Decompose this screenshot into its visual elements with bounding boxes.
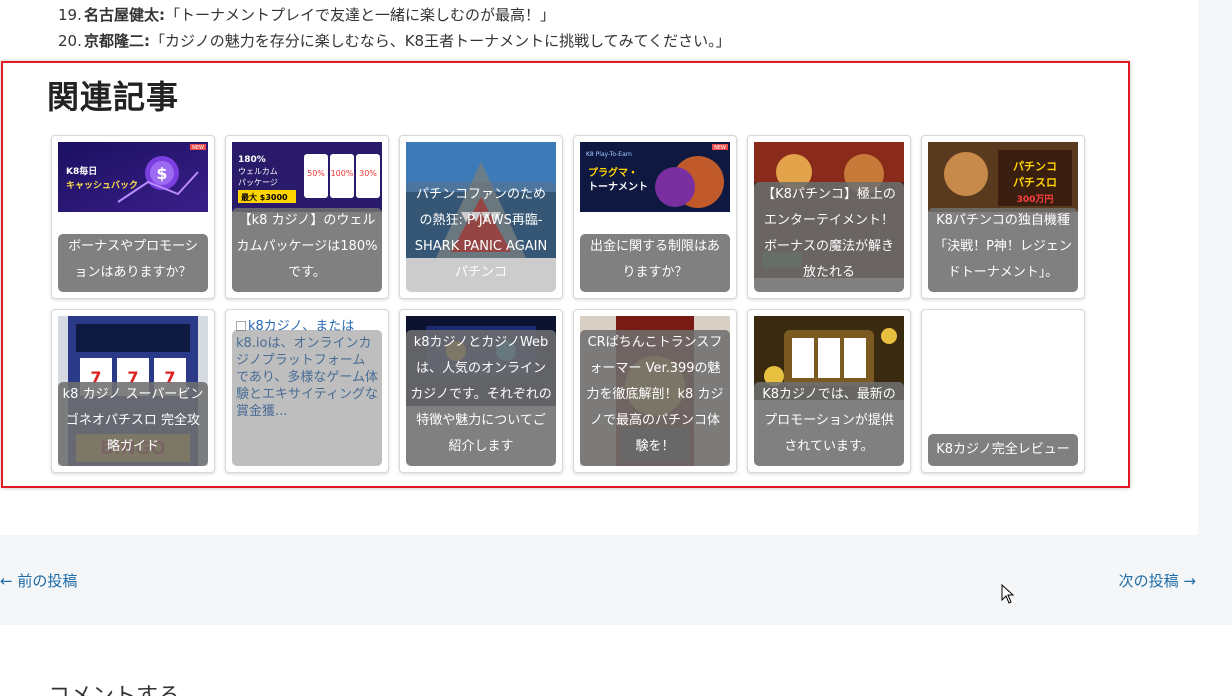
related-card[interactable]: $ NEW K8毎日 キャッシュバック ボーナスやプロモーションはありますか？ (51, 135, 215, 299)
svg-text:トーナメント: トーナメント (588, 181, 648, 193)
svg-text:100%: 100% (331, 169, 354, 178)
post-navigation: ← 前の投稿 次の投稿 → (0, 535, 1232, 625)
card-caption: K8カジノでは、最新のプロモーションが提供されています。 (754, 382, 904, 466)
svg-text:ウェルカム: ウェルカム (238, 167, 278, 176)
card-caption: k8 カジノ スーパービンゴネオパチスロ 完全攻略ガイド (58, 382, 208, 466)
card-thumbnail: 50% 100% 30% 180% ウェルカム パッケージ 最大 $3000 (232, 142, 382, 212)
card-thumbnail: $ NEW K8毎日 キャッシュバック (58, 142, 208, 212)
svg-text:$: $ (156, 164, 167, 183)
card-caption (232, 330, 382, 466)
card-caption: ボーナスやプロモーションはありますか？ (58, 234, 208, 292)
card-thumbnail: パチンコ パチスロ 300万円 (928, 142, 1078, 212)
svg-text:K8毎日: K8毎日 (66, 165, 97, 177)
svg-text:300万円: 300万円 (1017, 194, 1054, 205)
related-card[interactable]: k8カジノ、またはk8.ioは、オンラインカジノプラットフォームであり、多様なゲ… (225, 309, 389, 473)
svg-text:パチンコ: パチンコ (1013, 160, 1057, 173)
svg-text:NEW: NEW (192, 145, 204, 151)
related-card[interactable]: K8カジノでは、最新のプロモーションが提供されています。 (747, 309, 911, 473)
svg-text:NEW: NEW (714, 145, 726, 151)
svg-text:180%: 180% (238, 155, 266, 165)
comment-heading: コメントする (48, 678, 180, 696)
svg-text:30%: 30% (359, 169, 377, 178)
related-card[interactable]: パチンコファンのための熱狂: P JAWS再臨-SHARK PANIC AGAI… (399, 135, 563, 299)
list-item: 20. 京都隆二:「カジノの魅力を存分に楽しむなら、K8王者トーナメントに挑戦して… (58, 32, 731, 50)
related-card[interactable]: NEW K8 Play-To-Earn プラグマ・ トーナメント 出金に関する制… (573, 135, 737, 299)
svg-text:プラグマ・: プラグマ・ (588, 166, 638, 179)
svg-text:50%: 50% (307, 169, 325, 178)
card-caption: K8カジノ完全レビュー (928, 434, 1078, 466)
svg-text:キャッシュバック: キャッシュバック (66, 180, 138, 191)
card-caption: 出金に関する制限はありますか？ (580, 234, 730, 292)
related-card[interactable]: 50% 100% 30% 180% ウェルカム パッケージ 最大 $3000 【… (225, 135, 389, 299)
related-title: 関連記事 (47, 78, 180, 116)
svg-text:パチスロ: パチスロ (1013, 176, 1057, 189)
card-thumbnail: NEW K8 Play-To-Earn プラグマ・ トーナメント (580, 142, 730, 212)
related-articles: 関連記事 $ NEW K8毎日 キャッシュバック ボーナスやプロモーションはあり… (1, 61, 1130, 488)
svg-text:パッケージ: パッケージ (238, 178, 278, 187)
related-card[interactable]: 【K8パチンコ】極上のエンターテイメント！ボーナスの魔法が解き放たれる (747, 135, 911, 299)
card-caption: k8カジノとカジノWebは、人気のオンラインカジノです。それぞれの特徴や魅力につ… (406, 330, 556, 466)
article-list: 19. 名古屋健太:「トーナメントプレイで友達と一緒に楽しむのが最高！」 20. 京… (58, 2, 731, 54)
svg-text:K8 Play-To-Earn: K8 Play-To-Earn (586, 151, 632, 158)
card-caption: K8パチンコの独自機種「決戦！P神！レジェンドトーナメント」。 (928, 208, 1078, 292)
next-post-link[interactable]: 次の投稿 → (1119, 570, 1196, 591)
page-gutter (1198, 0, 1232, 535)
card-caption: CRぱちんこトランスフォーマー Ver.399の魅力を徹底解剖！k8 カジノで最… (580, 330, 730, 466)
card-caption: 【k8 カジノ】のウェルカムパッケージは180%です。 (232, 208, 382, 292)
previous-post-link[interactable]: ← 前の投稿 (0, 570, 77, 591)
related-card[interactable]: 7 7 7 BINGO k8 カジノ スーパービンゴネオパチスロ 完全攻略ガイド (51, 309, 215, 473)
card-caption: 【K8パチンコ】極上のエンターテイメント！ボーナスの魔法が解き放たれる (754, 182, 904, 292)
related-card[interactable]: k8カジノとカジノWebは、人気のオンラインカジノです。それぞれの特徴や魅力につ… (399, 309, 563, 473)
related-card[interactable]: CRぱちんこトランスフォーマー Ver.399の魅力を徹底解剖！k8 カジノで最… (573, 309, 737, 473)
list-item: 19. 名古屋健太:「トーナメントプレイで友達と一緒に楽しむのが最高！」 (58, 6, 556, 24)
svg-text:最大 $3000: 最大 $3000 (241, 192, 288, 202)
mouse-cursor-icon (1001, 584, 1015, 604)
related-card[interactable]: K8カジノ完全レビュー (921, 309, 1085, 473)
card-caption: パチンコファンのための熱狂: P JAWS再臨-SHARK PANIC AGAI… (406, 182, 556, 292)
related-card[interactable]: パチンコ パチスロ 300万円 K8パチンコの独自機種「決戦！P神！レジェンドト… (921, 135, 1085, 299)
